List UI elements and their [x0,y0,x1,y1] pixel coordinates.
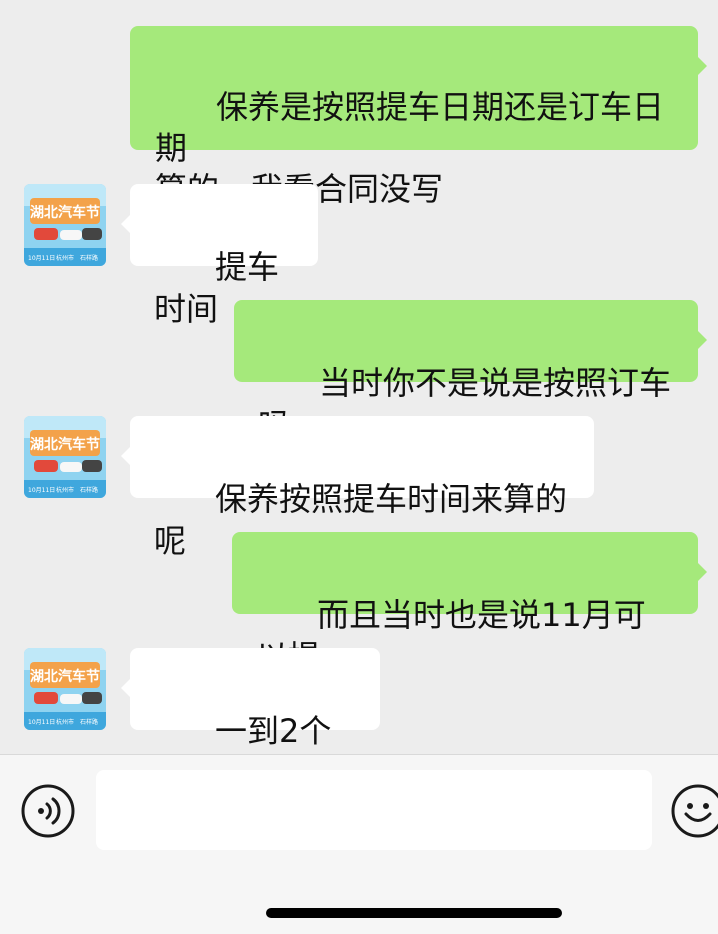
message-row-received: 湖北汽车节 10月11日 杭州市 石样路 一到2个月呢 [0,648,718,792]
svg-text:杭州市: 杭州市 [56,254,74,262]
received-message-bubble[interactable]: 一到2个月呢 [121,648,380,792]
chat-message-list: 保养是按照提车日期还是订车日期 算的，我看合同没写 湖北汽车节 10月11日 杭… [0,0,718,792]
message-text-input[interactable] [96,770,652,850]
svg-text:湖北汽车节: 湖北汽车节 [30,204,100,221]
car-promo-avatar-icon: 湖北汽车节 10月11日 杭州市 石样路 [24,184,106,266]
emoji-button[interactable] [670,783,718,839]
svg-text:石样路: 石样路 [80,718,98,726]
svg-text:10月11日: 10月11日 [28,255,55,262]
svg-text:10月11日: 10月11日 [28,487,55,494]
emoji-icon [671,784,718,838]
car-promo-avatar-icon: 湖北汽车节 10月11日 杭州市 石样路 [24,648,106,730]
contact-avatar[interactable]: 湖北汽车节 10月11日 杭州市 石样路 [24,184,106,266]
message-input-bar [0,754,718,934]
svg-text:湖北汽车节: 湖北汽车节 [30,668,100,685]
message-row-received: 湖北汽车节 10月11日 杭州市 石样路 保养按照提车时间来算的呢 [0,416,718,560]
message-row-sent: 当时你不是说是按照订车吗 [0,300,718,444]
home-indicator [266,908,562,918]
received-message-bubble[interactable]: 保养按照提车时间来算的呢 [121,416,594,560]
message-row-received: 湖北汽车节 10月11日 杭州市 石样路 提车时间 [0,184,718,328]
contact-avatar[interactable]: 湖北汽车节 10月11日 杭州市 石样路 [24,416,106,498]
svg-text:杭州市: 杭州市 [56,718,74,726]
message-row-sent: 而且当时也是说11月可以提 [0,532,718,676]
svg-text:湖北汽车节: 湖北汽车节 [30,436,100,453]
received-message-bubble[interactable]: 提车时间 [121,184,318,328]
svg-text:杭州市: 杭州市 [56,486,74,494]
svg-text:10月11日: 10月11日 [28,719,55,726]
sent-message-bubble[interactable]: 保养是按照提车日期还是订车日期 算的，我看合同没写 [130,26,707,208]
sent-message-bubble[interactable]: 当时你不是说是按照订车吗 [234,300,707,444]
contact-avatar[interactable]: 湖北汽车节 10月11日 杭州市 石样路 [24,648,106,730]
voice-input-button[interactable] [20,783,76,839]
voice-input-icon [21,784,75,838]
svg-text:石样路: 石样路 [80,486,98,494]
car-promo-avatar-icon: 湖北汽车节 10月11日 杭州市 石样路 [24,416,106,498]
sent-message-bubble[interactable]: 而且当时也是说11月可以提 [232,532,707,676]
message-row-sent: 保养是按照提车日期还是订车日期 算的，我看合同没写 [0,26,718,208]
svg-text:石样路: 石样路 [80,254,98,262]
